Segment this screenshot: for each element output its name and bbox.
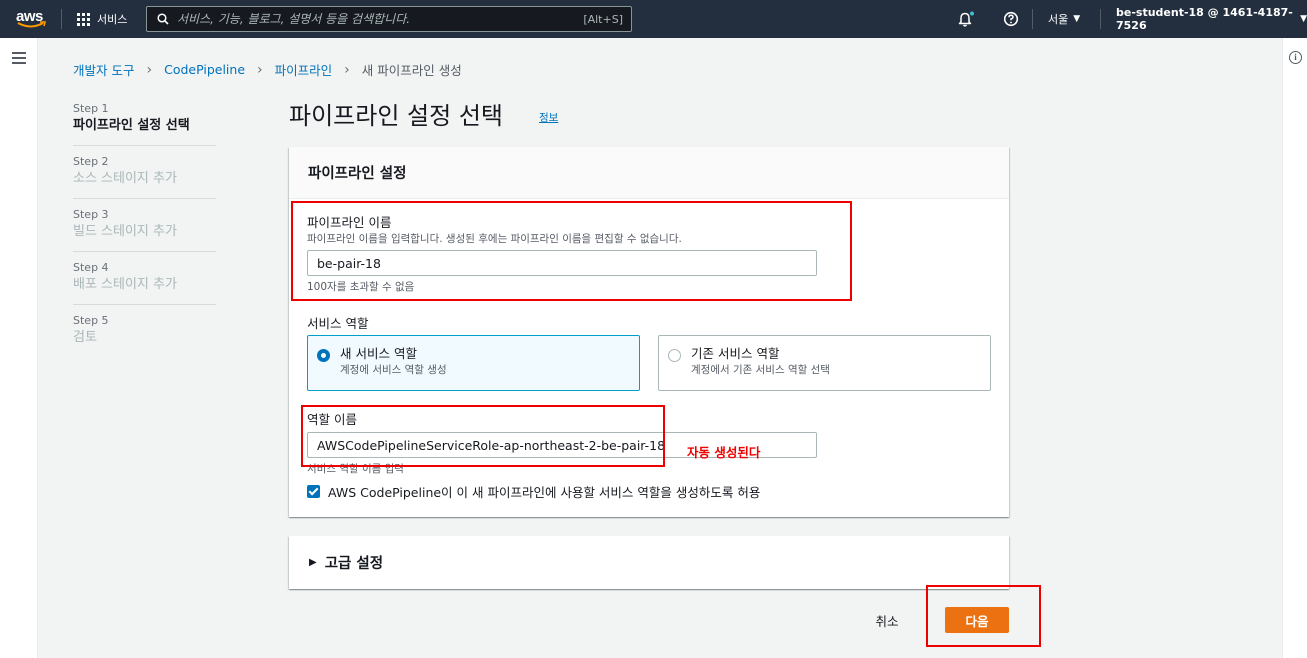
step-label: 배포 스테이지 추가 (73, 277, 177, 292)
step-number: Step 2 (73, 155, 109, 168)
create-role-checkbox-row[interactable]: AWS CodePipeline이 이 새 파이프라인에 사용할 서비스 역할을… (307, 482, 760, 501)
account-menu[interactable]: be-student-18 @ 1461-4187-7526 ▼ (1116, 0, 1307, 38)
card-header: 파이프라인 설정 (289, 147, 1009, 199)
info-icon[interactable]: i (1289, 51, 1302, 64)
step-label: 소스 스테이지 추가 (73, 171, 177, 186)
radio-selected-icon[interactable] (317, 349, 330, 362)
step-number: Step 5 (73, 314, 109, 327)
nav-divider (1032, 9, 1033, 29)
search-input[interactable] (169, 12, 584, 26)
step-1: Step 1 파이프라인 설정 선택 (73, 102, 216, 146)
step-5: Step 5 검토 (73, 314, 216, 357)
chevron-right-icon: › (146, 61, 153, 78)
existing-service-role-tile[interactable]: 기존 서비스 역할 계정에서 기존 서비스 역할 선택 (658, 335, 991, 391)
services-label: 서비스 (97, 13, 128, 26)
region-selector[interactable]: 서울 ▼ (1048, 0, 1080, 38)
chevron-right-icon: › (257, 61, 263, 78)
top-navigation: aws 서비스 [Alt+S] 서울 (0, 0, 1307, 38)
radio-unselected-icon[interactable] (668, 349, 681, 362)
pipeline-settings-card: 파이프라인 설정 파이프라인 이름 파이프라인 이름을 입력합니다. 생성된 후… (289, 147, 1009, 517)
cancel-button[interactable]: 취소 (862, 607, 912, 633)
tile-title: 기존 서비스 역할 (691, 346, 780, 361)
nav-divider (1100, 9, 1101, 29)
grid-icon (77, 12, 90, 26)
step-label: 검토 (73, 330, 97, 345)
help-button[interactable] (1003, 0, 1019, 38)
caret-down-icon: ▼ (1300, 14, 1307, 24)
tile-description: 계정에 서비스 역할 생성 (340, 364, 447, 376)
role-name-label: 역할 이름 (307, 412, 357, 427)
step-number: Step 4 (73, 261, 109, 274)
step-2: Step 2 소스 스테이지 추가 (73, 155, 216, 199)
wizard-steps: Step 1 파이프라인 설정 선택 Step 2 소스 스테이지 추가 Ste… (73, 102, 216, 366)
tile-title: 새 서비스 역할 (340, 346, 417, 361)
bell-icon (958, 11, 974, 27)
service-role-label: 서비스 역할 (307, 316, 369, 331)
pipeline-name-description: 파이프라인 이름을 입력합니다. 생성된 후에는 파이프라인 이름을 편집할 수… (307, 233, 682, 245)
aws-smile-icon (17, 21, 47, 28)
breadcrumb-codepipeline[interactable]: CodePipeline (164, 62, 245, 77)
checkbox-checked-icon[interactable] (307, 485, 320, 498)
left-rail (0, 38, 38, 658)
step-number: Step 3 (73, 208, 109, 221)
services-menu-button[interactable]: 서비스 (77, 10, 127, 28)
advanced-settings-label: 고급 설정 (324, 556, 384, 572)
step-4: Step 4 배포 스테이지 추가 (73, 261, 216, 305)
chevron-right-icon: › (344, 61, 350, 78)
step-label: 빌드 스테이지 추가 (73, 224, 177, 239)
step-3: Step 3 빌드 스테이지 추가 (73, 208, 216, 252)
pipeline-name-label: 파이프라인 이름 (307, 215, 392, 230)
breadcrumb-current: 새 파이프라인 생성 (361, 63, 462, 78)
caret-down-icon: ▼ (1073, 14, 1081, 24)
notifications-button[interactable] (957, 0, 975, 38)
step-number: Step 1 (73, 102, 109, 115)
search-shortcut: [Alt+S] (583, 12, 623, 26)
caret-right-icon: ▶ (309, 557, 317, 568)
annotation-text: 자동 생성된다 (687, 445, 761, 460)
info-link[interactable]: 정보 (539, 110, 558, 125)
region-label: 서울 (1048, 13, 1069, 26)
search-bar[interactable]: [Alt+S] (146, 6, 632, 32)
tile-description: 계정에서 기존 서비스 역할 선택 (691, 364, 830, 376)
role-name-description: 서비스 역할 이름 입력 (307, 463, 404, 475)
advanced-settings-expander[interactable]: ▶ 고급 설정 (289, 536, 1009, 589)
hamburger-menu-icon[interactable] (12, 52, 26, 67)
search-icon (157, 13, 169, 25)
step-label: 파이프라인 설정 선택 (73, 118, 190, 133)
breadcrumb-pipelines[interactable]: 파이프라인 (275, 60, 333, 79)
checkbox-label: AWS CodePipeline이 이 새 파이프라인에 사용할 서비스 역할을… (328, 485, 761, 500)
breadcrumb: 개발자 도구 › CodePipeline › 파이프라인 › 새 파이프라인 … (73, 60, 462, 79)
pipeline-name-input[interactable] (307, 250, 817, 276)
new-service-role-tile[interactable]: 새 서비스 역할 계정에 서비스 역할 생성 (307, 335, 640, 391)
help-icon (1003, 11, 1019, 27)
next-button[interactable]: 다음 (945, 607, 1009, 633)
breadcrumb-developer-tools[interactable]: 개발자 도구 (73, 60, 134, 79)
aws-logo[interactable]: aws (16, 6, 48, 32)
right-rail: i (1282, 38, 1307, 658)
page-title: 파이프라인 설정 선택 (289, 102, 503, 130)
nav-divider (61, 9, 62, 29)
account-label: be-student-18 @ 1461-4187-7526 (1116, 6, 1293, 32)
pipeline-name-constraint: 100자를 초과할 수 없음 (307, 281, 415, 293)
